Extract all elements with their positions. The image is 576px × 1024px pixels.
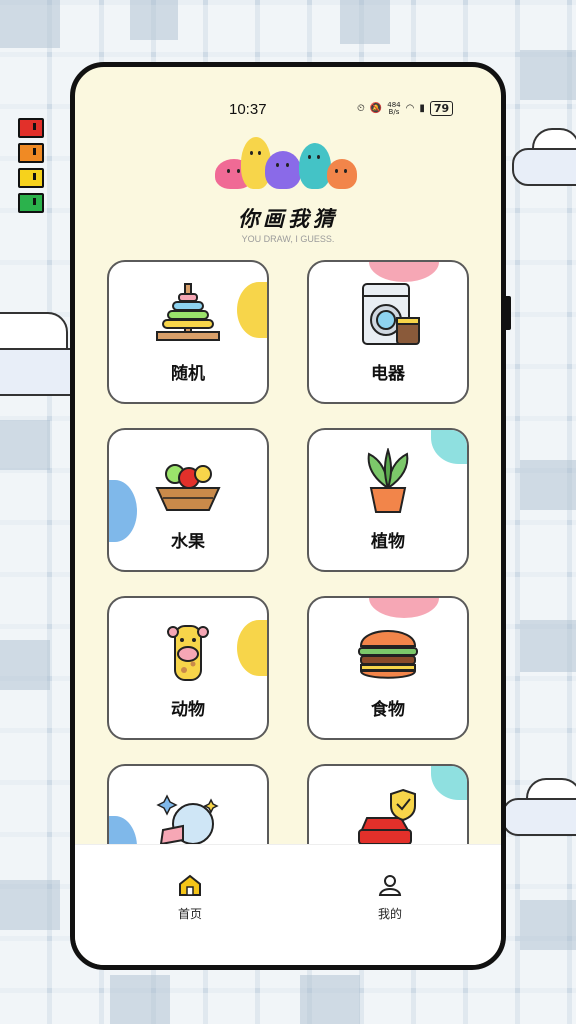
corner-decoration: [431, 430, 467, 464]
corner-decoration: [369, 598, 439, 618]
category-card-random[interactable]: 随机: [107, 260, 269, 404]
cloud-decoration: [502, 778, 576, 838]
app-title: 你画我猜: [238, 207, 338, 231]
category-label: 植物: [371, 532, 405, 552]
hamburger-icon: [358, 630, 418, 679]
ring-stacker-toy-icon: [156, 283, 220, 341]
sim-icon: ▮: [419, 103, 425, 114]
phone-screen: 10:37 ⏲ 🔕 484 B/s ◠ ▮ 79 你画我猜 YOU DRAW, …: [70, 62, 506, 970]
home-icon: [179, 874, 201, 896]
tab-home-label: 首页: [177, 907, 202, 921]
corner-decoration: [237, 282, 267, 338]
color-indicator-stack: [18, 118, 44, 218]
category-label: 动物: [171, 700, 205, 720]
category-card-plants[interactable]: 植物: [307, 428, 469, 572]
category-grid: 随机 电器 水果 植物 动物 食物: [107, 260, 473, 850]
corner-decoration: [237, 620, 267, 676]
category-label: 随机: [171, 364, 205, 384]
mute-icon: 🔕: [369, 103, 383, 114]
status-bar: 10:37 ⏲ 🔕 484 B/s ◠ ▮ 79: [75, 99, 501, 123]
corner-decoration: [431, 766, 467, 800]
yellow-indicator-icon: [18, 168, 44, 188]
net-speed-unit: B/s: [388, 107, 400, 116]
potted-plant-icon: [367, 448, 409, 513]
green-indicator-icon: [18, 193, 44, 213]
app-logo: [215, 137, 365, 199]
tab-mine[interactable]: 我的: [350, 873, 430, 922]
orange-indicator-icon: [18, 143, 44, 163]
network-speed: 484 B/s: [387, 101, 400, 116]
status-icons: ⏲ 🔕 484 B/s ◠ ▮ 79: [357, 101, 454, 116]
giraffe-icon: [167, 625, 209, 681]
category-label: 水果: [171, 532, 205, 552]
category-card-food[interactable]: 食物: [307, 596, 469, 740]
planet-icon: [156, 794, 219, 846]
alarm-icon: ⏲: [357, 103, 365, 114]
status-time: 10:37: [229, 101, 267, 118]
category-card-animals[interactable]: 动物: [107, 596, 269, 740]
battery-indicator: 79: [429, 101, 454, 116]
category-label: 电器: [371, 364, 405, 384]
wifi-icon: ◠: [405, 103, 415, 114]
red-indicator-icon: [18, 118, 44, 138]
category-card-vehicles[interactable]: [307, 764, 469, 850]
tab-home[interactable]: 首页: [150, 873, 230, 922]
fruit-basket-icon: [155, 464, 221, 511]
cloud-decoration: [0, 308, 74, 396]
category-card-fruit[interactable]: 水果: [107, 428, 269, 572]
tab-mine-label: 我的: [377, 907, 402, 921]
category-label: 食物: [371, 700, 405, 720]
car-insurance-icon: [358, 788, 416, 845]
bottom-tab-bar: 首页 我的: [75, 844, 501, 965]
category-card-appliances[interactable]: 电器: [307, 260, 469, 404]
cloud-decoration: [512, 128, 576, 188]
corner-decoration: [369, 262, 439, 282]
category-card-space[interactable]: [107, 764, 269, 850]
app-subtitle: YOU DRAW, I GUESS.: [241, 234, 335, 244]
washing-machine-icon: [362, 283, 420, 345]
user-icon: [378, 875, 402, 896]
